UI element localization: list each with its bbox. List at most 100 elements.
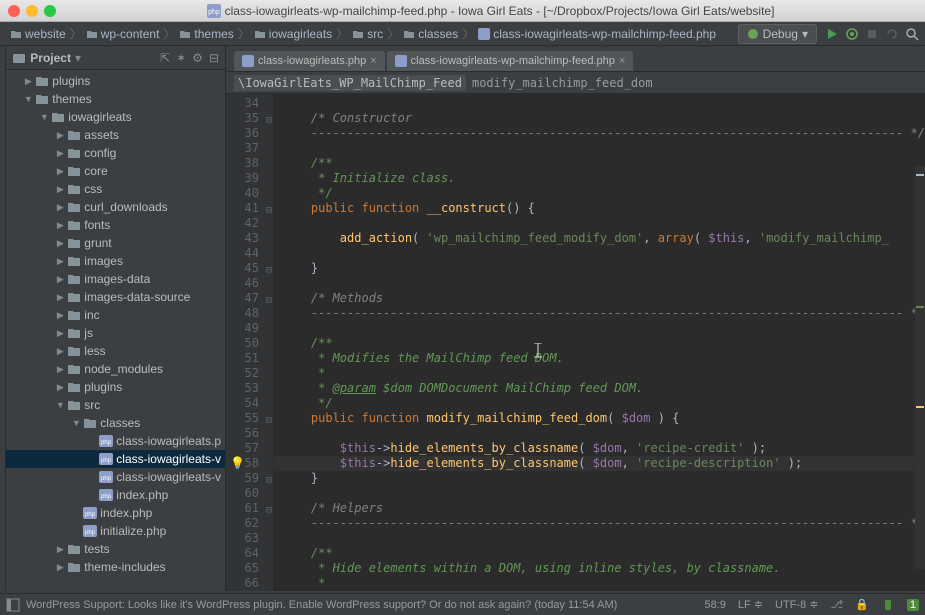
tree-arrow-icon[interactable]: ▶ (54, 130, 66, 141)
tree-row[interactable]: phpinitialize.php (6, 522, 225, 540)
tool-window-toggle-icon[interactable] (6, 598, 20, 612)
editor-breadcrumb[interactable]: \IowaGirlEats_WP_MailChimp_Feed modify_m… (226, 72, 925, 94)
breadcrumb-class[interactable]: \IowaGirlEats_WP_MailChimp_Feed (234, 75, 466, 91)
tree-row[interactable]: phpclass-iowagirleats-v (6, 468, 225, 486)
code-line[interactable]: public function __construct() { (274, 201, 925, 216)
lock-icon[interactable]: 🔒 (855, 598, 869, 611)
tree-arrow-icon[interactable]: ▶ (54, 274, 66, 285)
code-content[interactable]: /* Constructor -------------------------… (274, 94, 925, 591)
caret-position[interactable]: 58:9 (704, 599, 725, 611)
hector-icon[interactable] (881, 598, 895, 612)
tree-row[interactable]: ▼themes (6, 90, 225, 108)
code-line[interactable]: /** (274, 156, 925, 171)
tree-row[interactable]: ▶images-data (6, 270, 225, 288)
tree-arrow-icon[interactable]: ▶ (22, 76, 34, 87)
chevron-down-icon[interactable]: ▾ (75, 51, 81, 65)
tree-row[interactable]: phpindex.php (6, 486, 225, 504)
code-line[interactable]: ----------------------------------------… (274, 306, 925, 321)
gear-icon[interactable]: ⚙ (192, 51, 203, 65)
breadcrumb-item[interactable]: iowagirleats (250, 27, 336, 41)
code-line[interactable] (274, 276, 925, 291)
code-line[interactable]: * @param $dom DOMDocument MailChimp feed… (274, 381, 925, 396)
code-line[interactable]: * Initialize class. (274, 171, 925, 186)
code-line[interactable]: * (274, 366, 925, 381)
tree-row[interactable]: ▶grunt (6, 234, 225, 252)
tree-row[interactable]: ▶less (6, 342, 225, 360)
tree-arrow-icon[interactable]: ▶ (54, 382, 66, 393)
breadcrumb-item[interactable]: src (348, 27, 387, 41)
close-tab-icon[interactable]: × (370, 55, 376, 67)
gutter[interactable]: 3435⊟363738394041⊟42434445⊟4647⊟48495051… (226, 94, 274, 591)
tree-arrow-icon[interactable]: ▶ (54, 238, 66, 249)
code-line[interactable] (274, 96, 925, 111)
intention-bulb-icon[interactable]: 💡 (230, 456, 245, 471)
code-line[interactable]: } (274, 261, 925, 276)
code-line[interactable]: } (274, 471, 925, 486)
tree-row[interactable]: ▼classes (6, 414, 225, 432)
code-line[interactable]: * (274, 576, 925, 591)
tree-row[interactable]: ▶core (6, 162, 225, 180)
tree-arrow-icon[interactable]: ▶ (54, 562, 66, 573)
code-line[interactable]: /* Helpers (274, 501, 925, 516)
project-tree[interactable]: ▶plugins▼themes▼iowagirleats▶assets▶conf… (6, 70, 225, 591)
breadcrumb-item[interactable]: classes (399, 27, 462, 41)
tree-row[interactable]: ▶tests (6, 540, 225, 558)
maximize-window-icon[interactable] (44, 5, 56, 17)
debug-icon[interactable] (845, 27, 859, 41)
tree-row[interactable]: ▼src (6, 396, 225, 414)
code-line[interactable] (274, 321, 925, 336)
minimize-window-icon[interactable] (26, 5, 38, 17)
editor-tab[interactable]: class-iowagirleats.php× (234, 51, 385, 71)
tree-row[interactable]: ▶node_modules (6, 360, 225, 378)
tree-row[interactable]: ▶js (6, 324, 225, 342)
code-line[interactable]: ----------------------------------------… (274, 126, 925, 141)
tree-arrow-icon[interactable]: ▶ (54, 346, 66, 357)
tree-row[interactable]: ▶config (6, 144, 225, 162)
tree-arrow-icon[interactable]: ▶ (54, 310, 66, 321)
code-line[interactable] (274, 141, 925, 156)
tree-row[interactable]: phpclass-iowagirleats.p (6, 432, 225, 450)
breadcrumb-item[interactable]: class-iowagirleats-wp-mailchimp-feed.php (474, 27, 720, 41)
collapse-icon[interactable]: ⇱ (160, 51, 170, 65)
tree-row[interactable]: ▶curl_downloads (6, 198, 225, 216)
tree-row[interactable]: ▶fonts (6, 216, 225, 234)
line-separator[interactable]: LF ≑ (738, 598, 763, 611)
tree-arrow-icon[interactable]: ▶ (54, 202, 66, 213)
close-window-icon[interactable] (8, 5, 20, 17)
tree-row[interactable]: ▶images-data-source (6, 288, 225, 306)
code-line[interactable]: */ (274, 186, 925, 201)
settings-icon[interactable]: ✶ (176, 51, 186, 65)
close-tab-icon[interactable]: × (619, 55, 625, 67)
tree-arrow-icon[interactable]: ▼ (54, 400, 66, 410)
code-line[interactable]: * Modifies the MailChimp feed DOM. (274, 351, 925, 366)
code-line[interactable] (274, 216, 925, 231)
tree-arrow-icon[interactable]: ▼ (22, 94, 34, 104)
tree-row[interactable]: ▶theme-includes (6, 558, 225, 576)
run-config-selector[interactable]: Debug ▾ (738, 24, 817, 44)
tree-arrow-icon[interactable]: ▶ (54, 184, 66, 195)
code-editor[interactable]: 3435⊟363738394041⊟42434445⊟4647⊟48495051… (226, 94, 925, 591)
tree-arrow-icon[interactable]: ▶ (54, 364, 66, 375)
tree-arrow-icon[interactable]: ▶ (54, 292, 66, 303)
tree-arrow-icon[interactable]: ▶ (54, 328, 66, 339)
tree-row[interactable]: ▶assets (6, 126, 225, 144)
git-branch-icon[interactable]: ⎇ (830, 598, 843, 611)
tree-row[interactable]: phpindex.php (6, 504, 225, 522)
hide-icon[interactable]: ⊟ (209, 51, 219, 65)
project-panel-title[interactable]: Project (30, 51, 71, 65)
code-line[interactable]: add_action( 'wp_mailchimp_feed_modify_do… (274, 231, 925, 246)
code-line[interactable]: */ (274, 396, 925, 411)
tree-arrow-icon[interactable]: ▶ (54, 220, 66, 231)
tree-row[interactable]: ▶css (6, 180, 225, 198)
editor-tab[interactable]: class-iowagirleats-wp-mailchimp-feed.php… (387, 51, 634, 71)
search-icon[interactable] (905, 27, 919, 41)
code-line[interactable]: * Hide elements within a DOM, using inli… (274, 561, 925, 576)
tree-row[interactable]: ▶plugins (6, 72, 225, 90)
tree-row[interactable]: ▶inc (6, 306, 225, 324)
code-line[interactable]: public function modify_mailchimp_feed_do… (274, 411, 925, 426)
code-line[interactable]: $this->hide_elements_by_classname( $dom,… (274, 441, 925, 456)
code-line[interactable] (274, 531, 925, 546)
tree-arrow-icon[interactable]: ▶ (54, 166, 66, 177)
tree-row[interactable]: ▶images (6, 252, 225, 270)
notifications-count[interactable]: 1 (907, 599, 919, 611)
